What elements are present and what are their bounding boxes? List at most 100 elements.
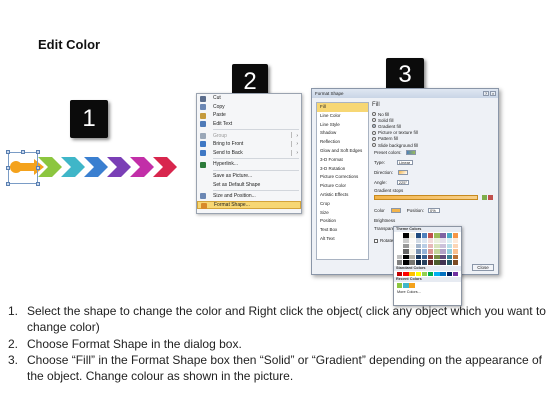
theme-color-swatch[interactable] (403, 238, 409, 243)
standard-color-swatch[interactable] (452, 271, 459, 277)
radio-button[interactable] (372, 118, 376, 123)
context-menu-item[interactable]: Hyperlink... (197, 160, 301, 169)
theme-color-swatch[interactable] (427, 238, 434, 243)
theme-color-swatch[interactable] (421, 249, 428, 254)
fill-option[interactable]: Slide background fill (372, 142, 496, 148)
angle-input[interactable]: 225° (396, 180, 409, 185)
standard-color-swatch[interactable] (427, 271, 434, 277)
context-menu-item[interactable]: Bring to Front › (197, 140, 301, 149)
theme-color-swatch[interactable] (440, 243, 446, 249)
context-menu-item[interactable]: Set as Default Shape (197, 180, 301, 189)
theme-color-swatch[interactable] (421, 238, 428, 243)
gradient-stops-bar[interactable] (374, 195, 478, 200)
theme-color-swatch[interactable] (434, 249, 440, 254)
dialog-nav-item[interactable]: 3-D Format (317, 156, 368, 165)
theme-color-swatch[interactable] (403, 243, 409, 249)
theme-color-swatch[interactable] (434, 238, 440, 243)
theme-color-swatch[interactable] (446, 259, 452, 265)
theme-color-swatch[interactable] (403, 233, 409, 238)
context-menu-item[interactable]: Copy (197, 103, 301, 112)
theme-color-swatch[interactable] (452, 259, 459, 265)
add-stop-icon[interactable] (482, 195, 487, 200)
theme-color-swatch[interactable] (409, 233, 415, 238)
selection-handle[interactable] (36, 182, 40, 186)
preset-colors-dropdown[interactable] (405, 150, 416, 155)
dialog-nav-item[interactable]: Line Color (317, 112, 368, 121)
theme-color-swatch[interactable] (415, 238, 421, 243)
standard-color-swatch[interactable] (421, 271, 428, 277)
close-icon[interactable]: × (490, 90, 496, 96)
theme-color-swatch[interactable] (440, 259, 446, 265)
dialog-nav-item[interactable]: Line Style (317, 121, 368, 130)
standard-color-swatch[interactable] (440, 271, 446, 277)
theme-color-swatch[interactable] (421, 243, 428, 249)
theme-color-swatch[interactable] (440, 249, 446, 254)
theme-color-swatch[interactable] (409, 243, 415, 249)
dialog-nav-item[interactable]: Size (317, 209, 368, 218)
theme-color-swatch[interactable] (427, 243, 434, 249)
context-menu-item[interactable]: Size and Position... (197, 192, 301, 201)
dialog-nav-item[interactable]: Artistic Effects (317, 191, 368, 200)
theme-color-swatch[interactable] (446, 249, 452, 254)
dialog-nav-item[interactable]: Picture Corrections (317, 173, 368, 182)
selection-handle[interactable] (6, 182, 10, 186)
dialog-nav-item[interactable]: Crop (317, 200, 368, 209)
recent-color-swatch[interactable] (403, 283, 409, 288)
theme-color-swatch[interactable] (452, 254, 459, 260)
standard-color-swatch[interactable] (403, 271, 409, 277)
theme-color-swatch[interactable] (427, 249, 434, 254)
theme-color-swatch[interactable] (421, 254, 428, 260)
more-colors-item[interactable]: More Colors... (394, 289, 461, 295)
arrow-chevron[interactable] (130, 157, 154, 177)
theme-color-swatch[interactable] (397, 243, 403, 249)
theme-color-swatch[interactable] (427, 233, 434, 238)
theme-color-swatch[interactable] (440, 233, 446, 238)
context-menu-item[interactable]: Save as Picture... (197, 172, 301, 181)
remove-stop-icon[interactable] (488, 195, 493, 200)
rotate-checkbox[interactable] (374, 238, 378, 243)
theme-color-swatch[interactable] (452, 233, 459, 238)
radio-button[interactable] (372, 136, 376, 141)
radio-button[interactable] (372, 143, 376, 148)
theme-color-swatch[interactable] (409, 259, 415, 265)
theme-color-swatch[interactable] (452, 243, 459, 249)
theme-color-swatch[interactable] (415, 243, 421, 249)
arrow-chevron[interactable] (84, 157, 108, 177)
type-dropdown[interactable]: Linear (397, 160, 414, 165)
selection-handle[interactable] (36, 150, 40, 154)
dialog-nav-item[interactable]: Position (317, 217, 368, 226)
theme-color-swatch[interactable] (440, 238, 446, 243)
dialog-nav-item[interactable]: Alt Text (317, 235, 368, 244)
theme-color-swatch[interactable] (446, 233, 452, 238)
position-input[interactable]: 0% (428, 208, 441, 213)
recent-color-swatch[interactable] (409, 283, 415, 288)
theme-color-swatch[interactable] (446, 254, 452, 260)
close-button[interactable]: Close (472, 264, 494, 271)
theme-color-swatch[interactable] (421, 259, 428, 265)
dialog-nav-item[interactable]: Reflection (317, 138, 368, 147)
theme-color-swatch[interactable] (427, 254, 434, 260)
dialog-nav-item[interactable]: Glow and Soft Edges (317, 147, 368, 156)
theme-color-swatch[interactable] (397, 238, 403, 243)
standard-color-swatch[interactable] (434, 271, 440, 277)
selection-handle[interactable] (36, 166, 40, 170)
standard-color-swatch[interactable] (409, 271, 415, 277)
theme-color-swatch[interactable] (415, 259, 421, 265)
selection-handle[interactable] (21, 150, 25, 154)
arrow-chevron[interactable] (153, 157, 177, 177)
radio-button[interactable] (372, 112, 376, 117)
arrow-chevron[interactable] (61, 157, 85, 177)
theme-color-swatch[interactable] (415, 254, 421, 260)
theme-color-swatch[interactable] (397, 249, 403, 254)
standard-color-swatch[interactable] (446, 271, 452, 277)
standard-color-swatch[interactable] (415, 271, 421, 277)
dialog-nav-item[interactable]: 3-D Rotation (317, 165, 368, 174)
context-menu-item[interactable]: Format Shape... (197, 200, 301, 210)
recent-color-swatch[interactable] (397, 283, 403, 288)
selection-handle[interactable] (6, 166, 10, 170)
selection-handle[interactable] (6, 150, 10, 154)
theme-color-swatch[interactable] (409, 249, 415, 254)
theme-color-swatch[interactable] (434, 254, 440, 260)
context-menu-item[interactable]: Cut (197, 94, 301, 103)
radio-button[interactable] (372, 124, 376, 129)
